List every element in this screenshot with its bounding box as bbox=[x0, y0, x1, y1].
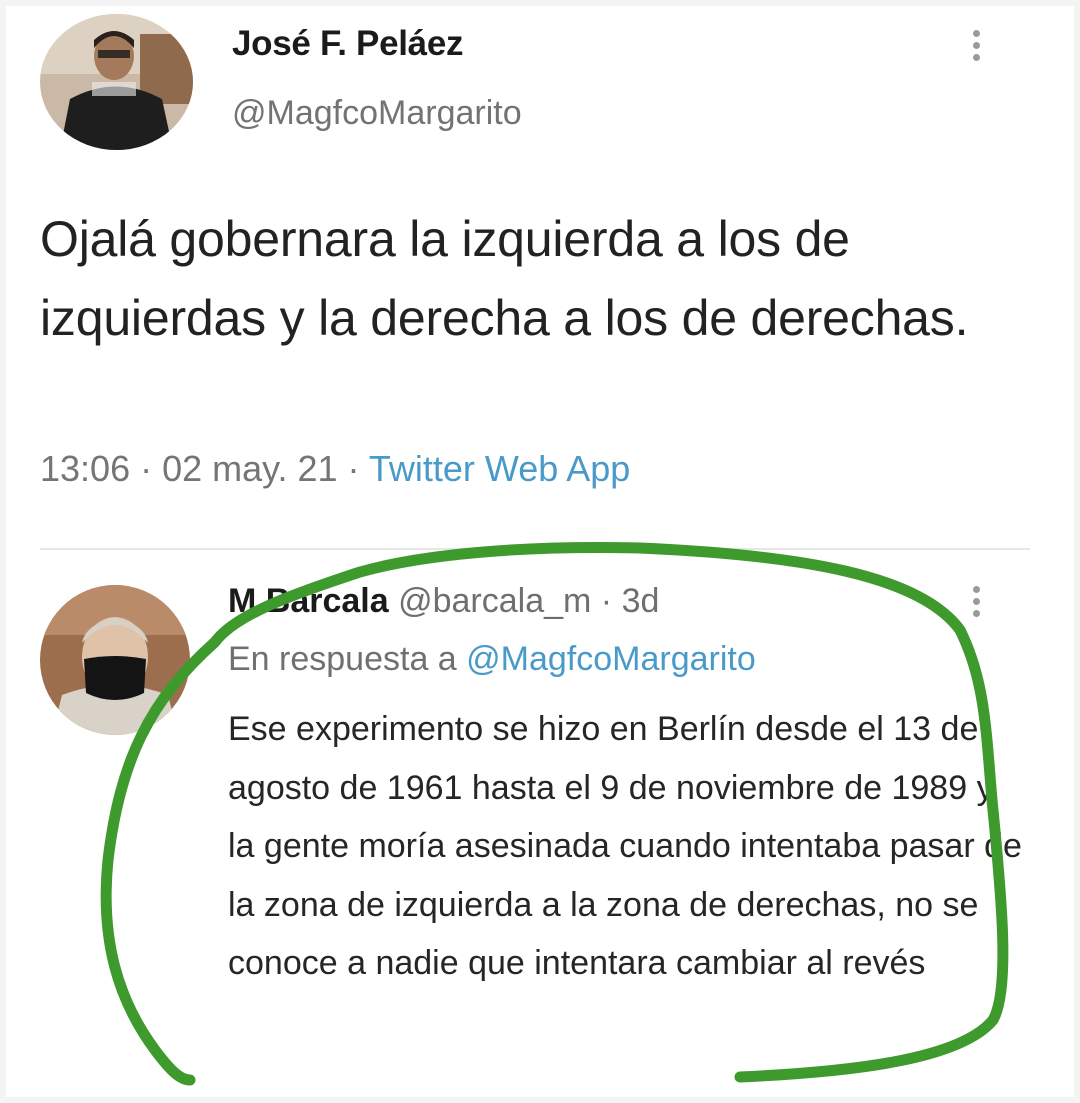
author-avatar[interactable] bbox=[40, 14, 193, 150]
tweet-date[interactable]: 02 may. 21 bbox=[162, 448, 337, 489]
meta-separator: · bbox=[591, 582, 622, 620]
in-reply-mention[interactable]: @MagfcoMargarito bbox=[466, 640, 756, 678]
reply-author-name[interactable]: M Barcala bbox=[228, 582, 389, 620]
tweet-source[interactable]: Twitter Web App bbox=[369, 448, 630, 489]
meta-separator: · bbox=[337, 448, 369, 489]
more-vertical-icon[interactable] bbox=[973, 30, 981, 66]
tweet-time[interactable]: 13:06 bbox=[40, 448, 130, 489]
reply-author-handle[interactable]: @barcala_m bbox=[398, 582, 591, 620]
in-reply-to: En respuesta a @MagfcoMargarito bbox=[228, 640, 756, 679]
reply-header: M Barcala @barcala_m · 3d bbox=[228, 582, 659, 621]
more-vertical-icon[interactable] bbox=[973, 586, 981, 622]
reply-age: 3d bbox=[621, 582, 660, 620]
tweet-text: Ojalá gobernara la izquierda a los de iz… bbox=[40, 211, 969, 346]
meta-separator: · bbox=[130, 448, 163, 489]
author-handle[interactable]: @MagfcoMargarito bbox=[232, 94, 522, 133]
avatar-photo bbox=[40, 14, 193, 150]
tweet-meta: 13:06 · 02 may. 21 · Twitter Web App bbox=[40, 448, 630, 490]
divider bbox=[40, 548, 1030, 550]
author-name[interactable]: José F. Peláez bbox=[232, 24, 464, 64]
avatar-photo bbox=[40, 585, 190, 735]
reply-text: Ese experimento se hizo en Berlín desde … bbox=[228, 710, 1022, 982]
reply-avatar[interactable] bbox=[40, 585, 190, 735]
in-reply-prefix: En respuesta a bbox=[228, 640, 457, 678]
